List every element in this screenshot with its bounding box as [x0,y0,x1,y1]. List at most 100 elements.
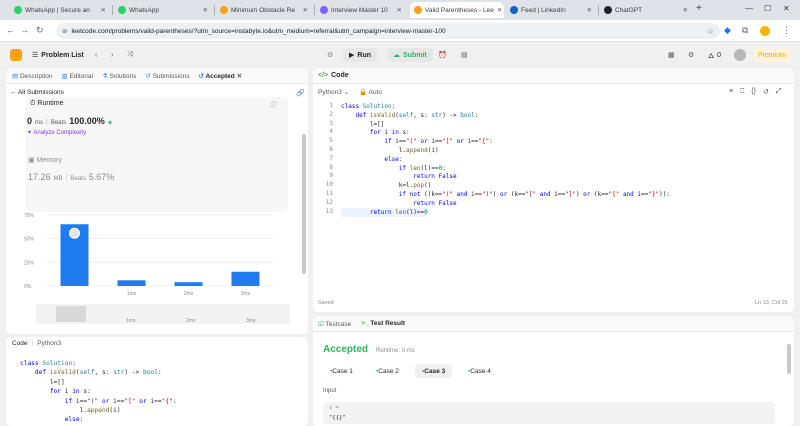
browser-tab[interactable]: WhatsApp ✕ [114,2,212,18]
code-editor-panel: </> Code Python3 ⌄ 🔒 Auto ≡ ⎕ {} ↺ ⤢ 1 cl… [313,68,794,312]
left-tab-bar: ▤ Description ▥ Editorial ⚗ Solutions ↺ … [6,68,308,84]
badge-icon: ◈ [107,120,113,126]
browser-tab-title: Interview Master 10 [331,6,388,14]
back-icon[interactable]: ← [6,25,15,35]
close-tab-icon[interactable]: ✕ [587,6,592,14]
browser-tab-title: Valid Parentheses - Lee [425,6,494,14]
format-icon[interactable]: ≡ [729,88,733,96]
input-value: "{{}" [329,415,346,421]
tab-description[interactable]: ▤ Description [12,72,52,80]
next-problem-icon[interactable]: › [111,48,113,62]
all-submissions-link[interactable]: ← All Submissions [10,89,64,96]
close-tab-icon[interactable]: ✕ [101,6,106,14]
browser-tab[interactable]: Feed | LinkedIn ✕ [506,2,596,18]
extension-icon[interactable]: ◆ [724,25,731,36]
prev-problem-icon[interactable]: ‹ [95,48,97,62]
tab-accepted[interactable]: ↺ Accepted ✕ [198,72,242,80]
run-button[interactable]: ▶ Run [343,48,377,62]
user-avatar[interactable] [734,49,746,61]
premium-button[interactable]: Premium [753,48,792,62]
chatgpt-icon [604,6,612,14]
line-number: 8 [329,163,333,171]
tab-solutions[interactable]: ⚗ Solutions [102,72,136,80]
extensions-icon[interactable]: ⧉ [742,25,748,36]
close-tab-icon[interactable]: ✕ [683,6,688,14]
close-tab-icon[interactable]: ✕ [397,6,402,14]
overview-selection-window[interactable] [56,306,86,322]
timer-icon[interactable]: ⏰ [438,48,447,62]
tab-editorial[interactable]: ▥ Editorial [61,72,92,80]
case-tab[interactable]: • Case 2 [369,364,406,378]
submit-button[interactable]: ☁ Submit [387,48,433,62]
test-panel-scrollbar[interactable] [787,344,791,374]
brackets-icon[interactable]: {} [751,88,756,96]
line-number: 10 [325,181,333,189]
layout-icon[interactable]: ▦ [668,48,675,62]
distribution-bar[interactable] [174,282,203,286]
url-bar[interactable]: ⊚ leetcode.com/problems/valid-parenthese… [56,23,720,39]
close-tab-icon[interactable]: ✕ [303,6,308,14]
chart-overview-strip[interactable]: 1ms 2ms 3ms [36,304,290,324]
profile-avatar[interactable] [760,26,770,36]
flask-icon: ⚗ [101,72,108,80]
fullscreen-icon[interactable]: ⤢ [776,88,782,96]
browser-tab[interactable]: ChatGPT ✕ [600,2,692,18]
forward-icon[interactable]: → [20,25,29,35]
left-panel-scrollbar[interactable] [302,134,306,274]
close-tab-icon[interactable]: ✕ [497,6,502,14]
settings-icon[interactable]: ⚙ [688,48,694,62]
notes-icon[interactable]: ▤ [461,48,468,62]
code-line: def isValid(self, s: str) -> bool: [34,369,162,377]
code-line: else: [64,416,84,424]
browser-tab[interactable]: WhatsApp | Secure an ✕ [10,2,110,18]
maximize-icon[interactable]: ☐ [764,4,771,13]
bookmark-icon[interactable]: ⎕ [740,88,744,96]
debug-icon[interactable]: ⚙ [327,48,333,62]
problem-list-button[interactable]: ☰ Problem List [32,48,84,62]
streak-counter[interactable]: 🜂 0 [708,48,721,62]
browser-tab[interactable]: Valid Parentheses - Lee ✕ [410,2,504,18]
reload-icon[interactable]: ↻ [36,25,44,36]
case-tab[interactable]: • Case 1 [323,364,360,378]
info-icon[interactable]: ⓘ [270,100,277,110]
case-tab[interactable]: • Case 4 [461,364,498,378]
code-line: else: [384,155,403,163]
language-select[interactable]: Python3 ⌄ [318,88,349,96]
bookmark-star-icon[interactable]: ☆ [707,27,714,36]
close-tab-icon[interactable]: ✕ [203,6,208,14]
window-close-icon[interactable]: ✕ [783,4,790,13]
input-variable: s = [329,405,339,411]
tab-submissions[interactable]: ↺ Submissions [145,72,189,80]
tab-test-result[interactable]: >_ Test Result [361,320,405,327]
browser-tab[interactable]: Interview Master 10 ✕ [316,2,406,18]
browser-menu-icon[interactable]: ⋮ [782,25,791,36]
leetcode-logo[interactable] [10,49,22,61]
line-number: 2 [329,110,333,118]
reset-icon[interactable]: ↺ [763,88,769,96]
line-number: 4 [329,128,333,136]
code-line: for i in s: [49,388,91,396]
sparkle-icon: ✦ [27,130,33,136]
whatsapp-icon [118,6,126,14]
case-tab[interactable]: • Case 3 [415,364,453,378]
code-line: def isValid(self, s: str) -> bool: [355,111,479,119]
auto-toggle[interactable]: 🔒 Auto [359,88,382,96]
leetcode-icon [220,6,228,14]
memory-stats: 17.26 MB | Beats 5.67% [28,172,115,182]
analyze-complexity-button[interactable]: ✦ Analyze Complexity [27,129,86,136]
code-lines[interactable]: 1 class Solution: 2 def isValid(self, s: s… [313,102,794,282]
tab-testcase[interactable]: ☑ Testcase [318,320,351,328]
line-number: 5 [329,137,333,145]
site-info-icon[interactable]: ⊚ [62,27,67,35]
distribution-bar[interactable] [117,280,146,286]
browser-tab-title: WhatsApp | Secure an [25,6,90,14]
line-number: 13 [325,207,333,215]
shuffle-icon[interactable]: ⤨ [127,48,133,62]
new-tab-icon[interactable]: + [696,3,702,14]
browser-tab[interactable]: Minimum Obstacle Re ✕ [216,2,312,18]
link-icon[interactable]: 🔗 [296,89,305,97]
close-tab-icon[interactable]: ✕ [237,73,242,80]
distribution-bar[interactable] [231,271,260,286]
tab-separator [112,5,113,15]
minimize-icon[interactable]: — [745,4,753,13]
